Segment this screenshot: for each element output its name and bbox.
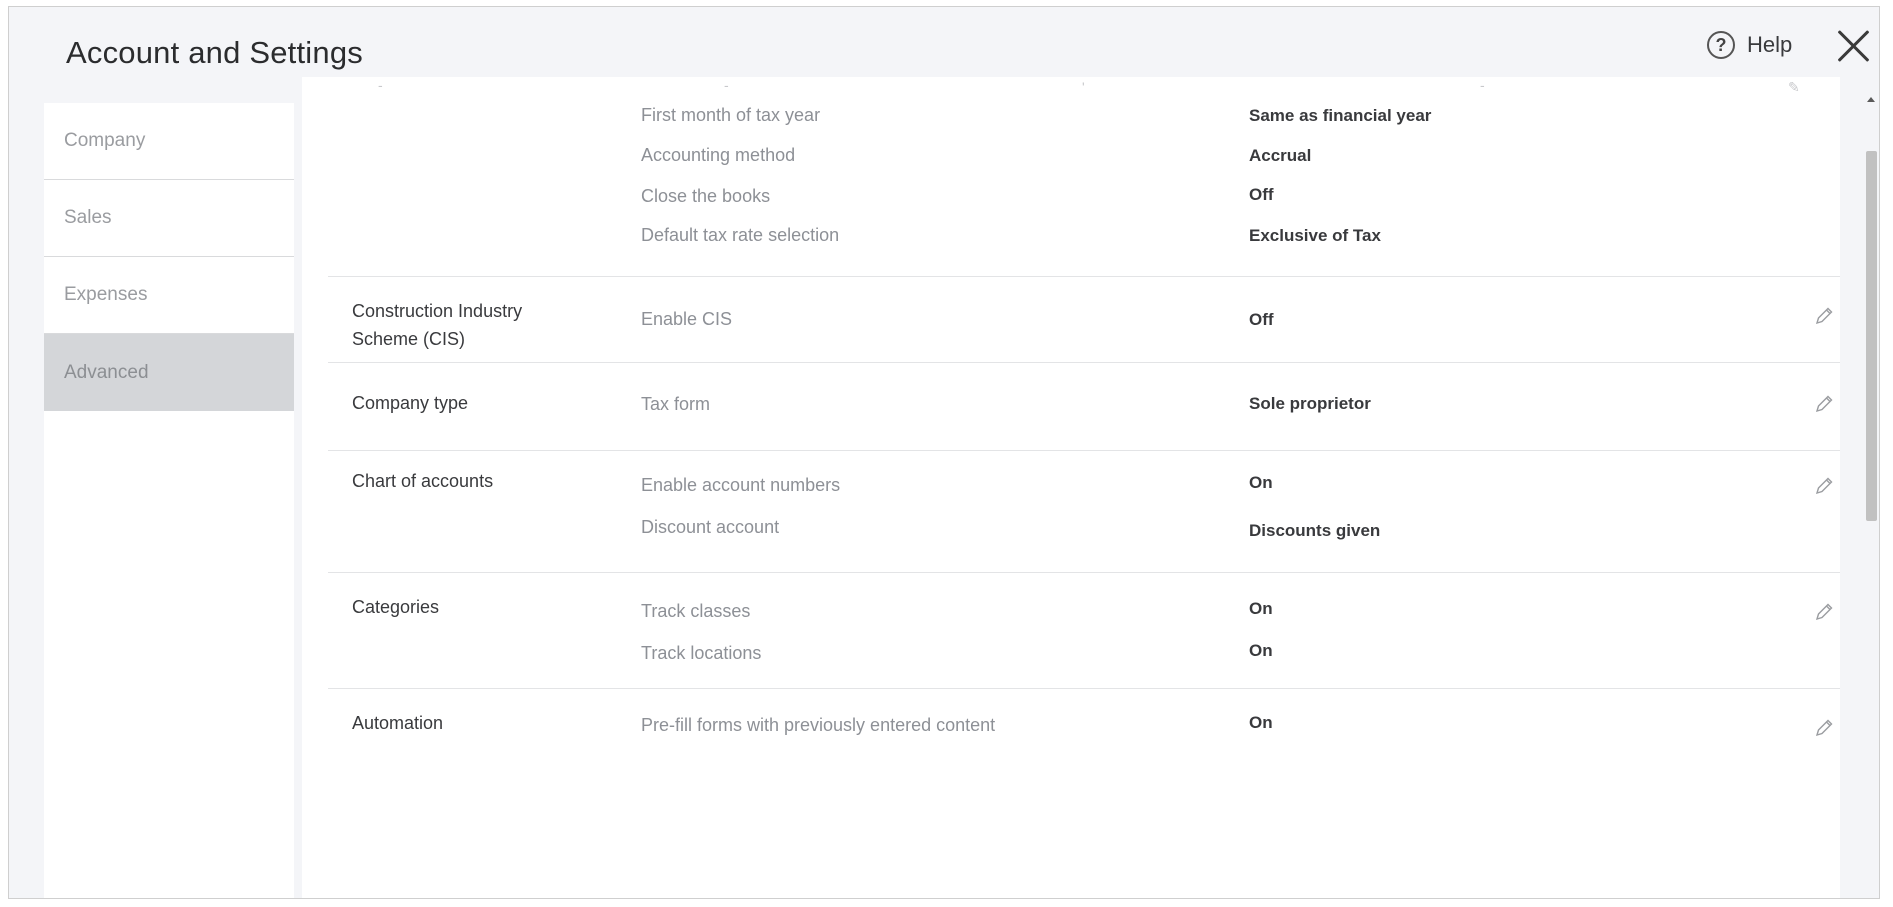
setting-name: Discount account (641, 517, 780, 537)
section-label: Chart of accounts (352, 471, 494, 491)
setting-value: Off (1249, 310, 1274, 329)
setting-name: Default tax rate selection (641, 225, 840, 245)
sidebar-item-label: Sales (64, 207, 112, 228)
help-button[interactable]: ? Help (1707, 31, 1792, 59)
setting-name: Accounting method (641, 145, 796, 165)
settings-section-chart-of-accounts[interactable]: Chart of accounts Enable account numbers… (328, 451, 1840, 573)
setting-value: Same as financial year (1249, 106, 1432, 125)
pencil-icon[interactable] (1813, 601, 1835, 623)
sidebar-item-label: Company (64, 130, 146, 151)
setting-value: Off (1249, 185, 1274, 204)
settings-dialog: Account and Settings ? Help Company Sale… (8, 6, 1880, 899)
setting-name: Pre-fill forms with previously entered c… (641, 715, 996, 735)
close-icon[interactable] (1836, 27, 1872, 63)
settings-content: - - ' - ✎ First month of tax year Same a… (302, 77, 1840, 898)
setting-value: Sole proprietor (1249, 394, 1371, 413)
help-label: Help (1747, 32, 1793, 57)
setting-name: Close the books (641, 186, 771, 206)
vertical-scrollbar[interactable] (1864, 97, 1878, 898)
sidebar-item-label: Advanced (64, 361, 149, 383)
setting-value: On (1249, 599, 1273, 618)
sidebar-item-company[interactable]: Company (44, 103, 294, 180)
settings-section-accounting[interactable]: First month of tax year Same as financia… (328, 77, 1840, 277)
setting-value: Discounts given (1249, 521, 1381, 540)
help-circle-icon: ? (1707, 31, 1735, 59)
settings-section-company-type[interactable]: Company type Tax form Sole proprietor (328, 363, 1840, 451)
pencil-icon[interactable] (1813, 305, 1835, 327)
setting-value: Accrual (1249, 146, 1312, 165)
setting-name: Enable account numbers (641, 475, 841, 495)
setting-name: Enable CIS (641, 309, 733, 329)
sidebar-item-advanced[interactable]: Advanced (44, 334, 294, 411)
settings-section-automation[interactable]: Automation Pre-fill forms with previousl… (328, 689, 1840, 898)
pencil-icon[interactable] (1813, 393, 1835, 415)
settings-section-categories[interactable]: Categories Track classes On Track locati… (328, 573, 1840, 689)
settings-section-cis[interactable]: Construction Industry Scheme (CIS) Enabl… (328, 277, 1840, 363)
setting-name: Track locations (641, 643, 762, 663)
dialog-title: Account and Settings (66, 35, 363, 70)
setting-value: On (1249, 713, 1273, 732)
pencil-icon[interactable] (1813, 717, 1835, 739)
sidebar-item-label: Expenses (64, 284, 148, 305)
setting-name: Track classes (641, 601, 751, 621)
section-label: Company type (352, 393, 469, 413)
sidebar-item-sales[interactable]: Sales (44, 180, 294, 257)
settings-sidebar: Company Sales Expenses Advanced (44, 103, 294, 898)
scroll-up-arrow-icon[interactable] (1867, 97, 1875, 102)
section-label: Automation (352, 713, 444, 733)
setting-value: On (1249, 473, 1273, 492)
sidebar-item-expenses[interactable]: Expenses (44, 257, 294, 334)
setting-value: On (1249, 641, 1273, 660)
section-label: Construction Industry Scheme (CIS) (352, 301, 523, 349)
setting-value: Exclusive of Tax (1249, 226, 1381, 245)
scrollbar-thumb[interactable] (1866, 151, 1877, 521)
setting-name: First month of tax year (641, 105, 821, 125)
pencil-icon[interactable] (1813, 475, 1835, 497)
setting-name: Tax form (641, 394, 711, 414)
section-label: Categories (352, 597, 440, 617)
